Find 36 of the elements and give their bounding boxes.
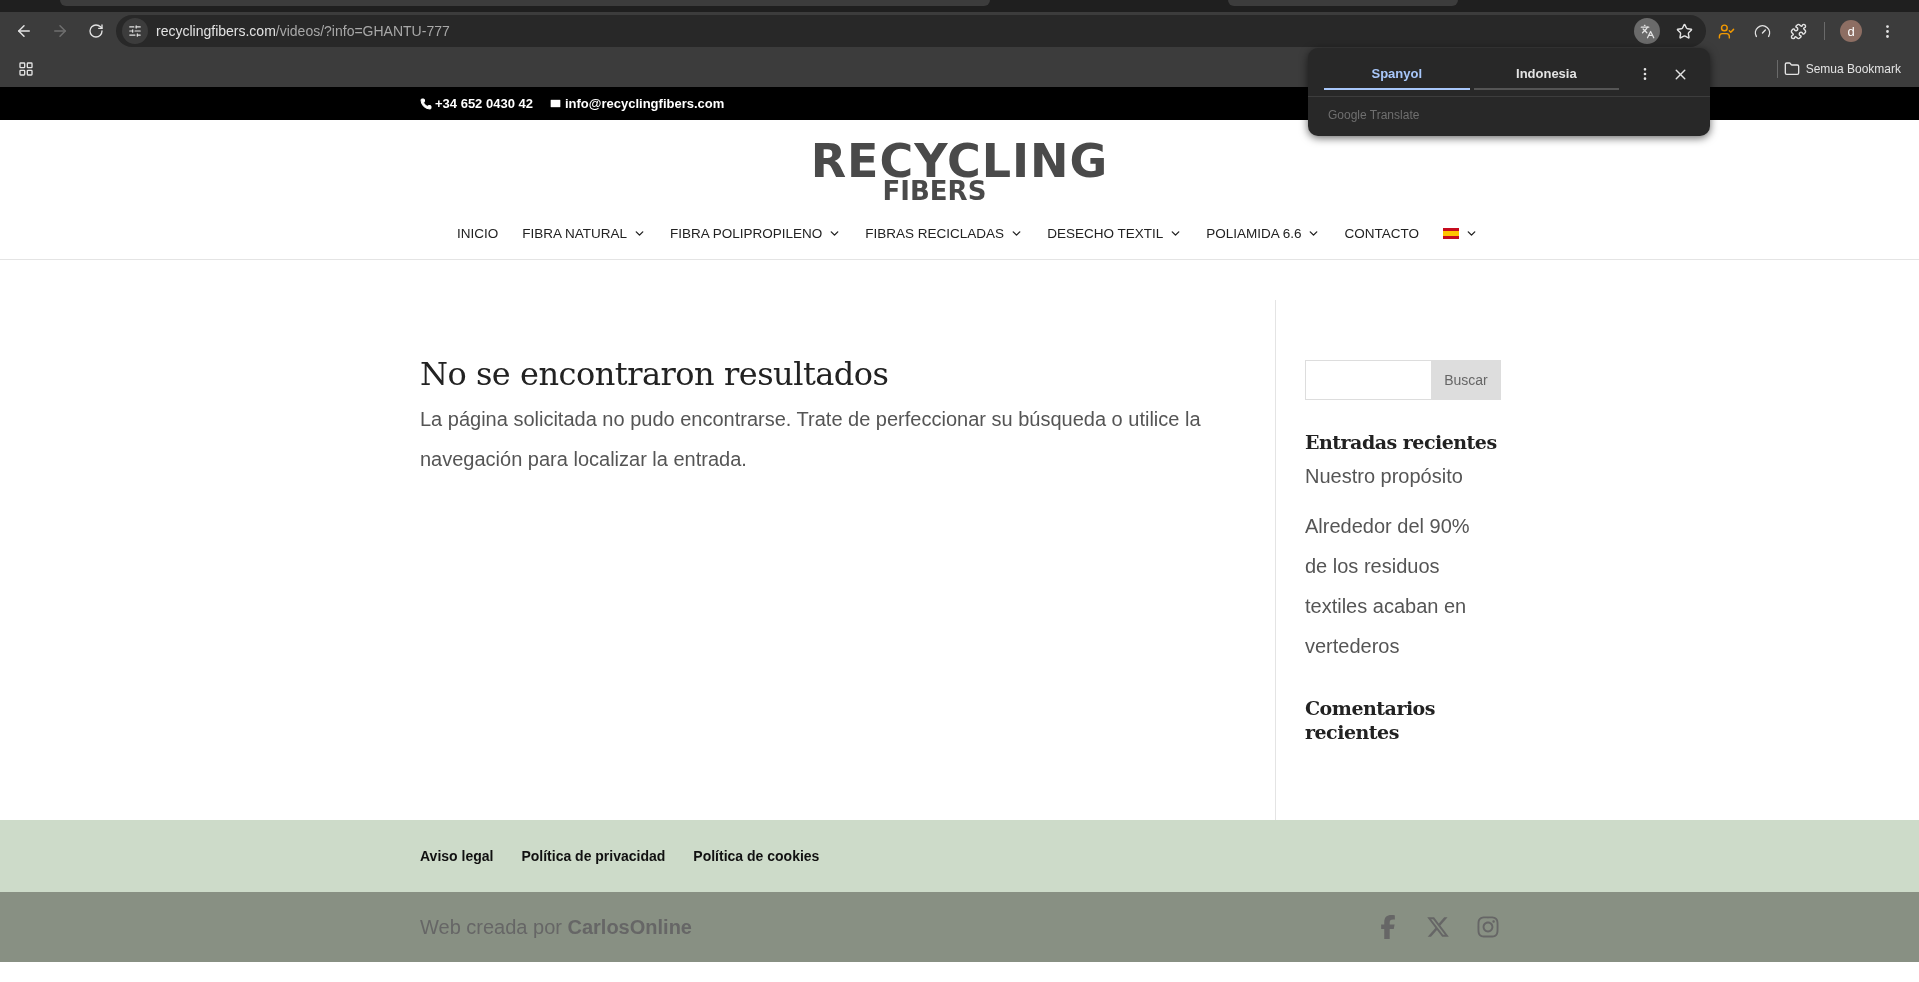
post-link[interactable]: Nuestro propósito [1305,456,1490,496]
footer-link[interactable]: Política de cookies [693,848,820,864]
phone-icon [420,97,432,110]
forward-icon [51,22,69,40]
reload-icon [88,23,104,39]
site-logo[interactable]: RECYCLING FIBERS [810,138,1109,200]
back-icon [15,22,33,40]
nav-link[interactable]: FIBRA POLIPROPILENO [670,226,842,241]
nav-link[interactable]: CONTACTO [1344,226,1419,241]
nav-link[interactable]: FIBRAS RECICLADAS [865,226,1024,241]
nav-link[interactable]: FIBRA NATURAL [522,226,647,241]
site-info-icon[interactable] [122,18,148,44]
widget-title: Entradas recientes [1305,430,1498,454]
email-address: info@recyclingfibers.com [564,96,725,111]
page-title: No se encontraron resultados [420,355,890,393]
language-menu[interactable] [1443,226,1478,241]
nav-link[interactable]: DESECHO TEXTIL [1047,226,1183,241]
nav-link[interactable]: INICIO [457,226,499,241]
spain-flag-icon [1443,228,1459,239]
nav-link[interactable]: POLIAMIDA 6.6 [1206,226,1321,241]
translate-brand: Google Translate [1328,108,1420,122]
folder-icon [1783,60,1800,77]
translate-icon[interactable] [1634,18,1660,44]
profile-button[interactable]: d [1835,15,1867,47]
search-field[interactable] [1305,360,1431,400]
mail-icon [548,97,562,110]
page-message: La página solicitada no pudo encontrarse. Trate de perfeccionar su búsqueda o utilice la navegación para localizar la entrada. [420,407,1202,472]
footer-link[interactable]: Aviso legal [420,848,494,864]
widget-title: Comentarios recientes [1305,696,1436,744]
phone-number: +34 652 0430 42 [435,96,533,111]
language-tab[interactable]: Indonesia [1473,58,1620,90]
post-link[interactable]: Alrededor del 90% de los residuos textiles acaban en vertederos [1305,506,1490,666]
footer-link[interactable]: Política de privacidad [521,848,666,864]
search-button[interactable]: Buscar [1431,360,1501,400]
language-tab[interactable]: Spanyol [1324,58,1470,90]
bookmarks-folder[interactable]: Semua Bookmark [1799,57,1907,80]
